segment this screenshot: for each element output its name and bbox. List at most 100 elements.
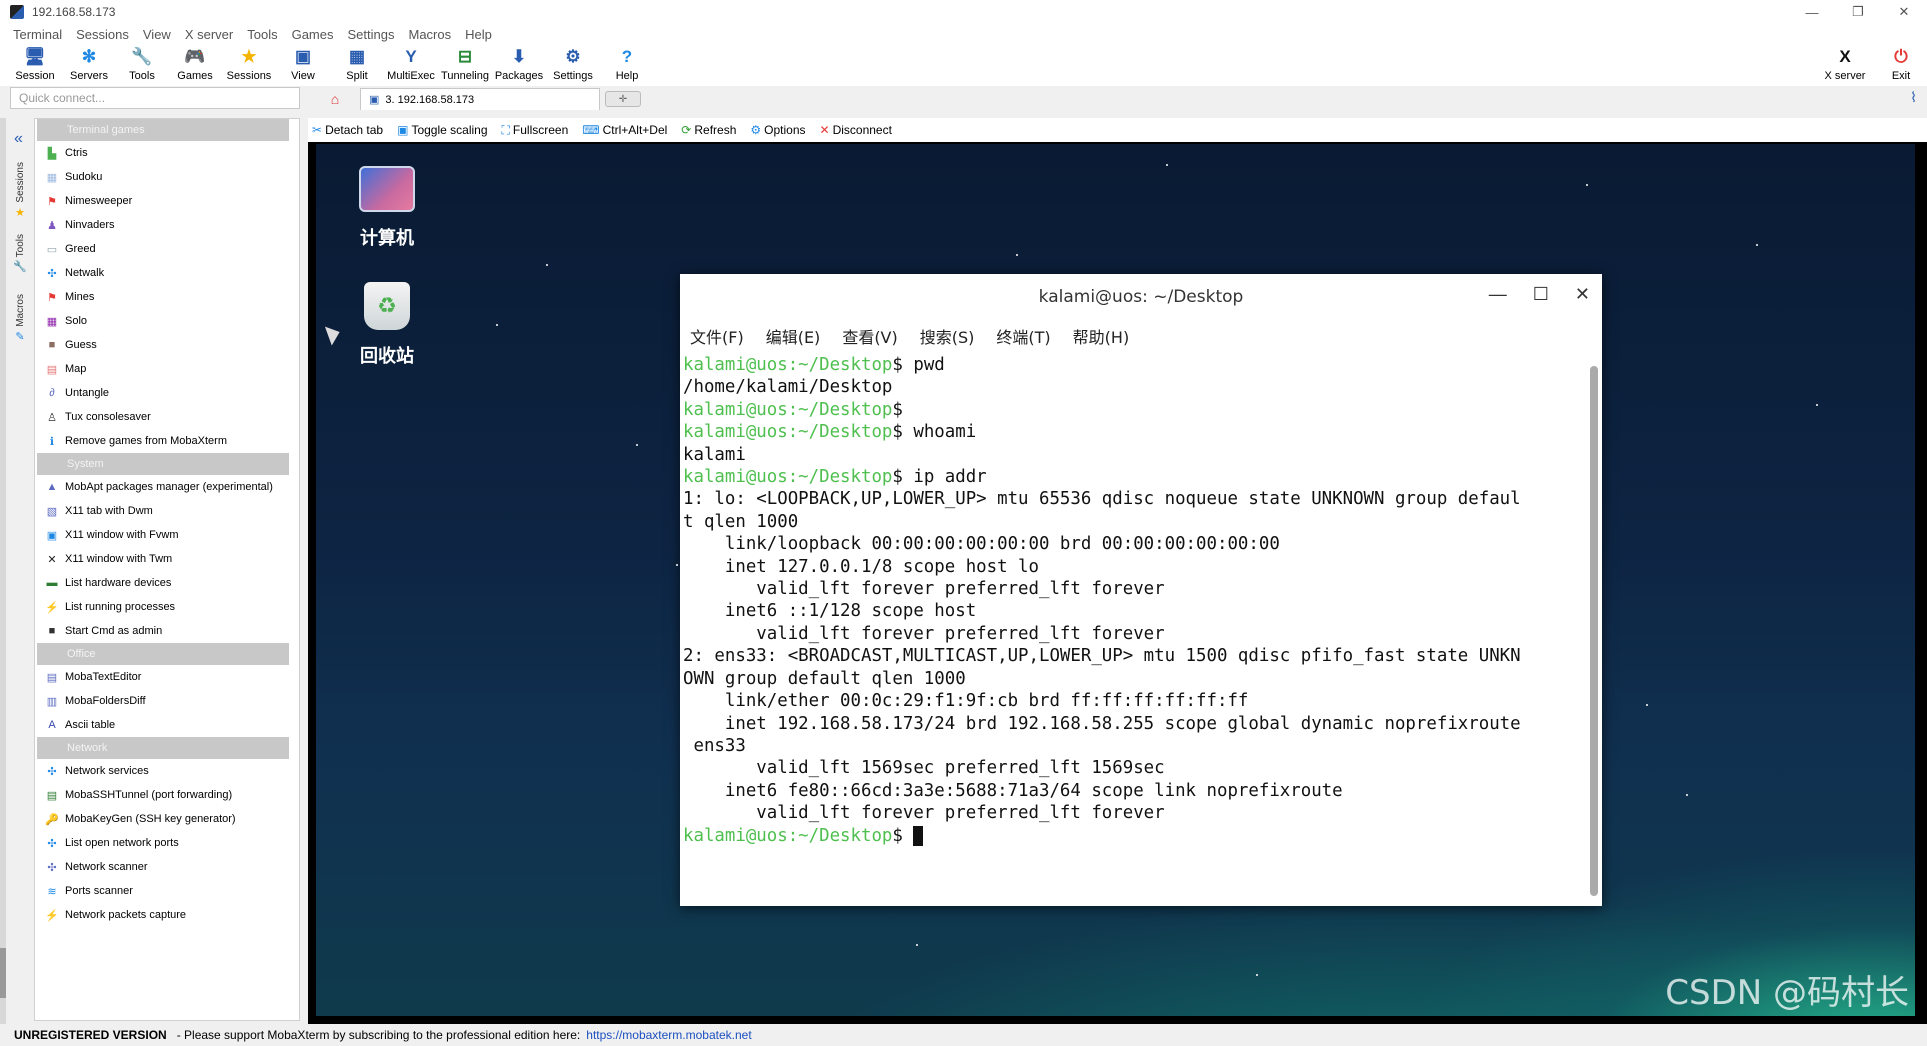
games-button[interactable]: 🎮 Games — [168, 44, 222, 86]
tunneling-button[interactable]: ⊟ Tunneling — [438, 44, 492, 86]
menu-macros[interactable]: Macros — [401, 27, 458, 42]
quick-connect-input[interactable]: Quick connect... — [10, 87, 300, 109]
tool-item[interactable]: ▤ Map — [35, 357, 299, 381]
desktop-icon-trash[interactable]: ♻ 回收站 — [342, 282, 432, 368]
mobatek-link[interactable]: https://mobaxterm.mobatek.net — [586, 1028, 751, 1042]
sidebar-tab-sessions[interactable]: Sessions ★ — [10, 162, 30, 219]
tool-item[interactable]: ♟ Ninvaders — [35, 213, 299, 237]
terminal-menu-item[interactable]: 终端(T) — [996, 324, 1050, 348]
prompt-sign: $ — [892, 825, 914, 846]
tool-item[interactable]: ℹ Remove games from MobaXterm — [35, 429, 299, 453]
terminal-minimize-button[interactable]: — — [1489, 284, 1507, 305]
xserver-button[interactable]: X X server — [1818, 44, 1872, 86]
view-button[interactable]: ▣ View — [276, 44, 330, 86]
menu-terminal[interactable]: Terminal — [6, 27, 69, 42]
sidebar-tab-tools[interactable]: Tools 🔧 — [10, 234, 30, 273]
tool-item[interactable]: ✣ List open network ports — [35, 831, 299, 855]
tool-item-label: X11 tab with Dwm — [65, 505, 153, 517]
tool-item[interactable]: 🔑 MobaKeyGen (SSH key generator) — [35, 807, 299, 831]
terminal-menu-item[interactable]: 帮助(H) — [1073, 324, 1130, 348]
menu-help[interactable]: Help — [458, 27, 499, 42]
collapse-panel-icon[interactable]: « — [14, 130, 23, 148]
menu-tools[interactable]: Tools — [240, 27, 284, 42]
terminal-menu-item[interactable]: 编辑(E) — [766, 324, 821, 348]
help-button[interactable]: ? Help — [600, 44, 654, 86]
settings-button[interactable]: ⚙ Settings — [546, 44, 600, 86]
tool-item[interactable]: ▥ MobaFoldersDiff — [35, 689, 299, 713]
new-tab-button[interactable]: ✛ — [605, 91, 641, 107]
close-button[interactable]: ✕ — [1881, 0, 1927, 24]
terminal-window[interactable]: kalami@uos: ~/Desktop — ☐ ✕ 文件(F) 编辑(E) 查看… — [680, 274, 1602, 906]
packages-button[interactable]: ⬇ Packages — [492, 44, 546, 86]
remote-display[interactable]: 计算机 ♻ 回收站 kalami@uos: ~/Desktop — ☐ ✕ 文件… — [308, 142, 1927, 1024]
servers-button[interactable]: ✻ Servers — [62, 44, 116, 86]
menu-view[interactable]: View — [136, 27, 178, 42]
exit-button[interactable]: ⏻ Exit — [1874, 44, 1927, 86]
minimize-button[interactable]: — — [1789, 0, 1835, 24]
tool-item[interactable]: ▧ X11 tab with Dwm — [35, 499, 299, 523]
detach-tab-button[interactable]: ✂ Detach tab — [312, 123, 383, 137]
tool-item[interactable]: ▭ Greed — [35, 237, 299, 261]
session-tab[interactable]: ▣ 3. 192.168.58.173 — [360, 88, 600, 110]
home-tab-button[interactable]: ⌂ — [310, 88, 360, 110]
paperclip-icon[interactable]: ⌇ — [1910, 89, 1917, 106]
desktop-icon-computer[interactable]: 计算机 — [342, 166, 432, 250]
sidebar-tab-macros[interactable]: Macros ✎ — [10, 294, 30, 343]
remote-desktop[interactable]: 计算机 ♻ 回收站 kalami@uos: ~/Desktop — ☐ ✕ 文件… — [316, 144, 1915, 1016]
refresh-button[interactable]: ⟳ Refresh — [681, 123, 736, 137]
tools-button[interactable]: 🔧 Tools — [115, 44, 169, 86]
options-button[interactable]: ⚙ Options — [750, 123, 805, 137]
tool-item[interactable]: ⚑ Nimesweeper — [35, 189, 299, 213]
menu-games[interactable]: Games — [285, 27, 341, 42]
split-button[interactable]: ▦ Split — [330, 44, 384, 86]
ctrl-alt-del-button[interactable]: ⌨ Ctrl+Alt+Del — [582, 123, 667, 137]
toggle-scaling-button[interactable]: ▣ Toggle scaling — [397, 123, 487, 137]
tool-item[interactable]: ✣ Network services — [35, 759, 299, 783]
terminal-scrollbar[interactable] — [1590, 366, 1598, 896]
menu-sessions[interactable]: Sessions — [69, 27, 136, 42]
terminal-menu-item[interactable]: 文件(F) — [690, 324, 744, 348]
home-icon: ⌂ — [330, 91, 340, 107]
tool-item[interactable]: ▲ MobApt packages manager (experimental) — [35, 475, 299, 499]
tool-item[interactable]: ▤ MobaTextEditor — [35, 665, 299, 689]
tool-item[interactable]: ▦ Sudoku — [35, 165, 299, 189]
panel-scrollbar[interactable] — [289, 119, 299, 1020]
terminal-close-button[interactable]: ✕ — [1575, 284, 1590, 305]
toolbar-label: View — [291, 70, 315, 82]
tool-item[interactable]: ✣ Netwalk — [35, 261, 299, 285]
fullscreen-button[interactable]: ⛶ Fullscreen — [502, 123, 569, 138]
section-header[interactable]: Network — [37, 737, 297, 759]
tool-item[interactable]: ✕ X11 window with Twm — [35, 547, 299, 571]
session-button[interactable]: 🖥 Session — [8, 44, 62, 86]
multiexec-button[interactable]: Y MultiExec — [384, 44, 438, 86]
tool-item[interactable]: ▙ Ctris — [35, 141, 299, 165]
menu-x-server[interactable]: X server — [178, 27, 240, 42]
restore-button[interactable]: ❐ — [1835, 0, 1881, 24]
tool-item[interactable]: ♙ Tux consolesaver — [35, 405, 299, 429]
terminal-maximize-button[interactable]: ☐ — [1533, 284, 1549, 305]
terminal-line: link/loopback 00:00:00:00:00:00 brd 00:0… — [683, 533, 1583, 555]
tool-item[interactable]: A Ascii table — [35, 713, 299, 737]
tool-item[interactable]: ∂ Untangle — [35, 381, 299, 405]
tool-item[interactable]: ⚑ Mines — [35, 285, 299, 309]
tool-item[interactable]: ✣ Network scanner — [35, 855, 299, 879]
tool-item[interactable]: ▬ List hardware devices — [35, 571, 299, 595]
menu-settings[interactable]: Settings — [341, 27, 402, 42]
terminal-output[interactable]: kalami@uos:~/Desktop$ pwd/home/kalami/De… — [683, 354, 1583, 894]
tool-item[interactable]: ≋ Ports scanner — [35, 879, 299, 903]
section-header[interactable]: Office — [37, 643, 297, 665]
section-header[interactable]: Terminal games — [37, 119, 297, 141]
tool-item[interactable]: ▦ Solo — [35, 309, 299, 333]
terminal-menu-item[interactable]: 搜索(S) — [920, 324, 975, 348]
tool-item[interactable]: ■ Start Cmd as admin — [35, 619, 299, 643]
tool-item[interactable]: ⚡ List running processes — [35, 595, 299, 619]
section-header[interactable]: System — [37, 453, 297, 475]
tool-item[interactable]: ▤ MobaSSHTunnel (port forwarding) — [35, 783, 299, 807]
tool-item[interactable]: ■ Guess — [35, 333, 299, 357]
tool-item[interactable]: ⚡ Network packets capture — [35, 903, 299, 927]
terminal-menu-item[interactable]: 查看(V) — [842, 324, 897, 348]
servers-icon: ✻ — [81, 47, 97, 66]
tool-item[interactable]: ▣ X11 window with Fvwm — [35, 523, 299, 547]
disconnect-button[interactable]: ✕ Disconnect — [820, 123, 892, 137]
sessions-button[interactable]: ★ Sessions — [222, 44, 276, 86]
